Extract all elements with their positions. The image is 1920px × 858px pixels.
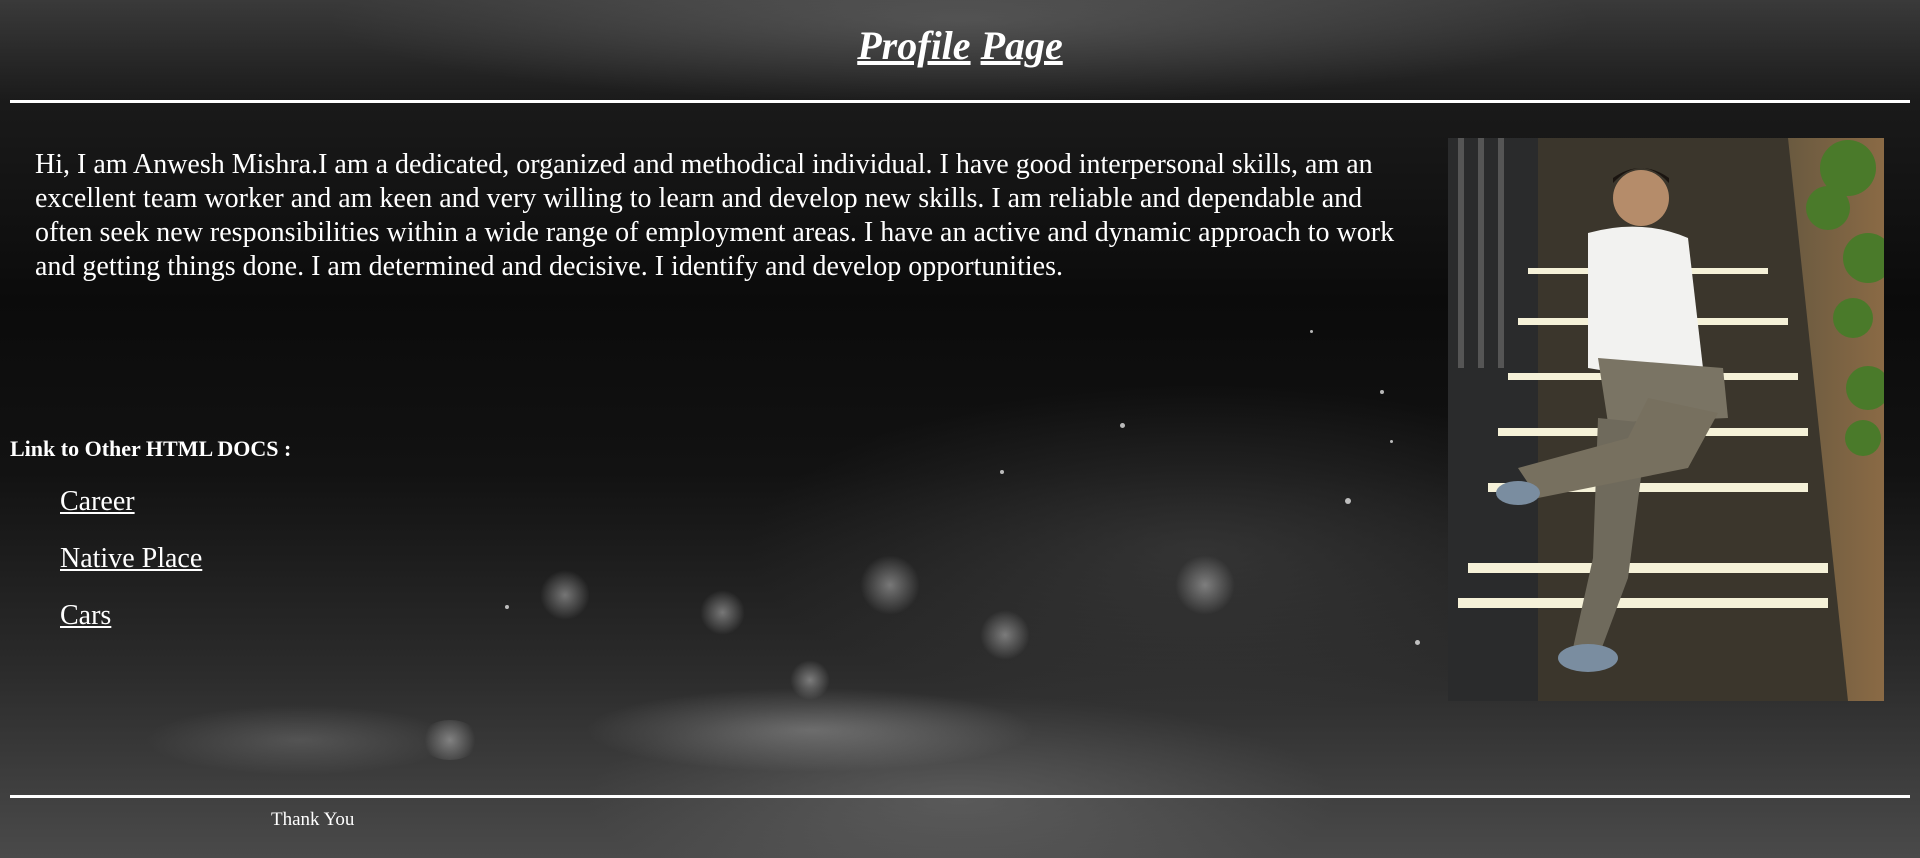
career-link[interactable]: Career xyxy=(60,486,135,517)
page-title: Profile Page xyxy=(857,23,1063,68)
footer-text: Thank You xyxy=(271,809,355,830)
list-item: Career xyxy=(60,486,202,543)
cars-link[interactable]: Cars xyxy=(60,600,111,631)
profile-photo xyxy=(1448,138,1884,701)
bio-paragraph: Hi, I am Anwesh Mishra.I am a dedicated,… xyxy=(35,149,1395,282)
page-header: Profile Page xyxy=(0,22,1920,69)
header-divider xyxy=(10,100,1910,103)
list-item: Native Place xyxy=(60,543,202,600)
footer-divider xyxy=(10,795,1910,798)
list-item: Cars xyxy=(60,600,202,657)
links-heading: Link to Other HTML DOCS : xyxy=(10,436,292,461)
doc-links-list: Career Native Place Cars xyxy=(60,486,202,657)
native-place-link[interactable]: Native Place xyxy=(60,543,202,574)
